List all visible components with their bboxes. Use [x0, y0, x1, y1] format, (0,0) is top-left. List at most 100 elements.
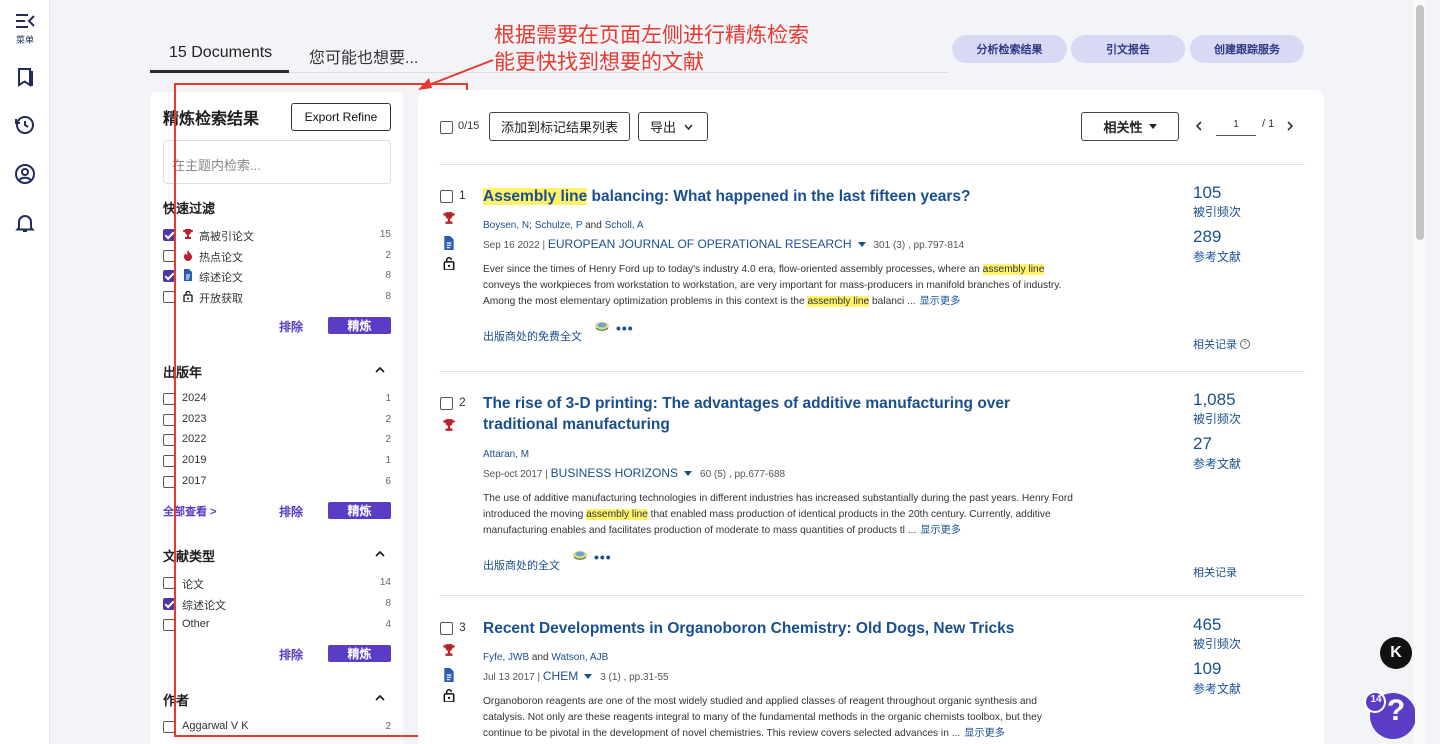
tab-documents[interactable]: 15 Documents	[169, 44, 272, 62]
journal-link[interactable]: EUROPEAN JOURNAL OF OPERATIONAL RESEARCH	[548, 237, 852, 251]
help-circle-icon[interactable]: ?	[1240, 339, 1250, 349]
tab-active-underline	[150, 70, 289, 73]
references-count[interactable]: 289	[1193, 227, 1221, 247]
add-to-marked-button[interactable]: 添加到标记结果列表	[489, 112, 630, 141]
record-meta: Sep-oct 2017 | BUSINESS HORIZONS 60 (5) ,…	[483, 466, 785, 480]
page-total: / 1	[1262, 118, 1275, 130]
chevron-down-icon	[684, 124, 693, 131]
volume-pages: 60 (5) , pp.677-688	[700, 469, 786, 480]
bookmark-list-icon[interactable]	[13, 65, 37, 89]
tab-might-like[interactable]: 您可能也想要...	[309, 44, 418, 68]
show-more-link[interactable]: 显示更多	[964, 728, 1005, 739]
more-options-icon[interactable]: •••	[594, 549, 612, 565]
divider	[439, 595, 1305, 596]
menu-icon[interactable]	[13, 9, 37, 33]
author-link[interactable]: Boysen, N	[483, 220, 529, 231]
references-label: 参考文献	[1193, 682, 1242, 696]
record-title[interactable]: Recent Developments in Organoboron Chemi…	[483, 618, 1083, 639]
journal-link[interactable]: BUSINESS HORIZONS	[551, 466, 678, 480]
times-cited-label: 被引频次	[1193, 637, 1242, 651]
show-more-link[interactable]: 显示更多	[920, 296, 961, 307]
record-checkbox[interactable]	[440, 397, 453, 410]
abstract-highlight: assembly line	[586, 509, 648, 520]
record-abstract: The use of additive manufacturing techno…	[483, 491, 1075, 539]
citation-report-button[interactable]: 引文报告	[1071, 35, 1185, 63]
scrollbar-thumb[interactable]	[1416, 5, 1424, 240]
pub-date: Jul 13 2017 |	[483, 672, 541, 683]
document-icon	[444, 668, 454, 682]
trophy-icon	[443, 644, 455, 656]
next-page-icon[interactable]	[1286, 121, 1294, 131]
abstract-text: Ever since the times of Henry Ford up to…	[483, 264, 983, 275]
show-more-link[interactable]: 显示更多	[920, 525, 961, 536]
author-link[interactable]: Schulze, P	[535, 220, 583, 231]
abstract-highlight: assembly line	[807, 296, 870, 307]
related-records-link[interactable]: 相关记录	[1193, 564, 1237, 580]
history-icon[interactable]	[13, 113, 37, 137]
annotation-line-1: 根据需要在页面左侧进行精炼检索	[494, 23, 809, 47]
prev-page-icon[interactable]	[1195, 121, 1203, 131]
times-cited-count[interactable]: 105	[1193, 183, 1221, 203]
caret-down-icon	[1148, 124, 1157, 129]
fulltext-finder-icon[interactable]	[572, 549, 588, 561]
page-number-input[interactable]: 1	[1216, 116, 1256, 136]
lock-icon	[443, 689, 455, 702]
record-number: 3	[459, 620, 466, 634]
sort-dropdown[interactable]: 相关性	[1081, 112, 1179, 141]
title-text: balancing: What happened in the last fif…	[587, 188, 971, 205]
author-link[interactable]: Scholl, A	[605, 220, 644, 231]
abstract-highlight: assembly line	[982, 264, 1045, 275]
record-title[interactable]: The rise of 3-D printing: The advantages…	[483, 393, 1063, 435]
record-number: 2	[459, 395, 466, 409]
trophy-icon	[443, 212, 455, 224]
abstract-text: conveys the workpieces from workstation …	[483, 280, 1062, 307]
scrollbar[interactable]	[1412, 0, 1426, 744]
record-meta: Jul 13 2017 | CHEM 3 (1) , pp.31-55	[483, 669, 669, 683]
abstract-text: balanci ...	[869, 296, 916, 307]
fulltext-finder-icon[interactable]	[594, 320, 610, 332]
journal-link[interactable]: CHEM	[543, 669, 578, 683]
record-number: 1	[459, 188, 466, 202]
author-link[interactable]: Attaran, M	[483, 449, 529, 460]
record-checkbox[interactable]	[440, 622, 453, 635]
abstract-text: Organoboron reagents are one of the most…	[483, 696, 1042, 739]
menu-label[interactable]: 菜单	[0, 33, 50, 46]
pub-date: Sep 16 2022 |	[483, 240, 546, 251]
related-records-link[interactable]: 相关记录?	[1193, 336, 1250, 352]
fulltext-link[interactable]: 出版商处的全文	[483, 557, 560, 573]
record-checkbox[interactable]	[440, 190, 453, 203]
times-cited-count[interactable]: 465	[1193, 615, 1221, 635]
references-count[interactable]: 27	[1193, 434, 1212, 454]
pub-date: Sep-oct 2017 |	[483, 469, 548, 480]
caret-down-icon[interactable]	[857, 242, 866, 247]
references-count[interactable]: 109	[1193, 659, 1221, 679]
times-cited-label: 被引频次	[1193, 205, 1242, 219]
caret-down-icon[interactable]	[684, 471, 693, 476]
export-label: 导出	[650, 120, 677, 135]
record-abstract: Organoboron reagents are one of the most…	[483, 694, 1075, 742]
selected-count: 0/15	[458, 120, 480, 132]
more-options-icon[interactable]: •••	[616, 320, 634, 336]
record-abstract: Ever since the times of Henry Ford up to…	[483, 262, 1075, 310]
references-label: 参考文献	[1193, 457, 1242, 471]
create-alert-button[interactable]: 创建跟踪服务	[1190, 35, 1304, 63]
annotation-line-2: 能更快找到想要的文献	[494, 50, 704, 74]
record-title[interactable]: Assembly line balancing: What happened i…	[483, 186, 1083, 207]
volume-pages: 301 (3) , pp.797-814	[873, 240, 965, 251]
times-cited-count[interactable]: 1,085	[1193, 390, 1236, 410]
user-icon[interactable]	[13, 162, 37, 186]
select-all-checkbox[interactable]	[440, 121, 453, 134]
author-link[interactable]: Watson, AJB	[551, 652, 608, 663]
annotation-text: 根据需要在页面左侧进行精炼检索 能更快找到想要的文献	[494, 22, 809, 76]
export-dropdown[interactable]: 导出	[638, 112, 708, 141]
volume-pages: 3 (1) , pp.31-55	[600, 672, 669, 683]
divider	[439, 371, 1305, 372]
author-link[interactable]: Fyfe, JWB	[483, 652, 529, 663]
k-assistant-icon[interactable]: K	[1380, 637, 1412, 669]
analyze-results-button[interactable]: 分析检索结果	[952, 35, 1067, 63]
fulltext-link[interactable]: 出版商处的免费全文	[483, 328, 582, 344]
related-records-label: 相关记录	[1193, 339, 1237, 351]
caret-down-icon[interactable]	[584, 674, 593, 679]
bell-icon[interactable]	[13, 211, 37, 235]
record-authors: Boysen, N; Schulze, P and Scholl, A	[483, 220, 644, 231]
